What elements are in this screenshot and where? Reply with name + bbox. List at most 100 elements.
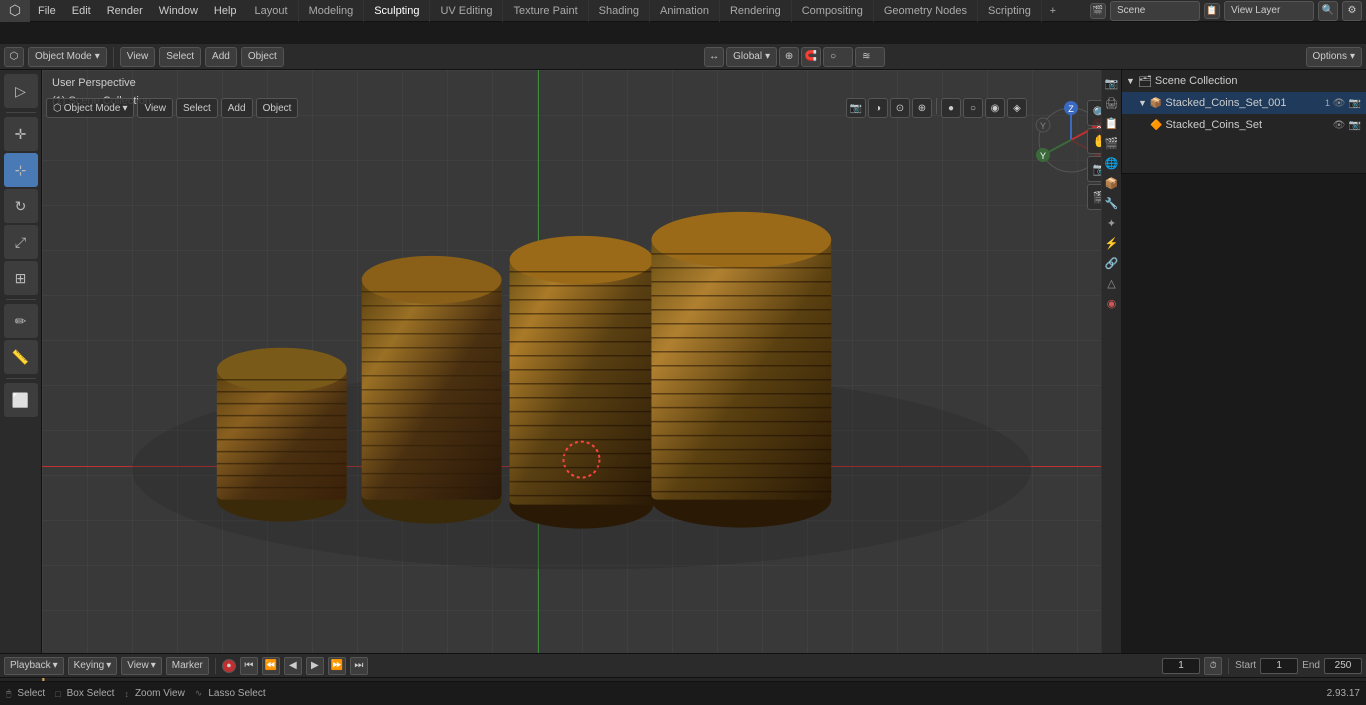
tab-shading[interactable]: Shading [589,0,650,22]
camera-view-btn[interactable]: 📷 [846,98,866,118]
annotate-tool-btn[interactable]: ✏ [4,304,38,338]
transform-icon[interactable]: ↔ [704,47,724,67]
item-render-vis-btn[interactable]: 📷 [1348,98,1362,109]
tab-texture-paint[interactable]: Texture Paint [503,0,588,22]
tab-modeling[interactable]: Modeling [299,0,365,22]
tab-uv-editing[interactable]: UV Editing [430,0,503,22]
add-workspace-button[interactable]: + [1042,0,1064,22]
sub-item-render-vis-btn[interactable]: 📷 [1348,120,1362,131]
jump-start-btn[interactable]: ⏮ [240,657,258,675]
3d-viewport[interactable]: User Perspective (1) Scene Collection ⬡ … [42,70,1121,653]
sub-item-icon: 🔶 [1150,120,1162,131]
view-layer-props-icon[interactable]: 📋 [1103,114,1121,132]
scene-collection-expand-icon: ▼ [1126,76,1135,86]
marker-dropdown[interactable]: Marker [166,657,209,675]
object-mode-btn[interactable]: Object Mode ▾ [28,47,107,67]
material-props-icon[interactable]: ◉ [1103,294,1121,312]
next-frame-btn[interactable]: ⏩ [328,657,346,675]
solid-mode-btn[interactable]: ● [941,98,961,118]
tab-scripting[interactable]: Scripting [978,0,1042,22]
options-btn[interactable]: Options ▾ [1306,47,1363,67]
item-viewport-vis-btn[interactable]: 👁 [1332,98,1346,109]
overlay-btn[interactable]: ⊙ [890,98,910,118]
proportional-btn[interactable]: ○ [823,47,853,67]
select-btn[interactable]: Select [159,47,201,67]
object-props-icon[interactable]: 📦 [1103,174,1121,192]
render-props-icon[interactable]: 📷 [1103,74,1121,92]
move-tool-btn[interactable]: ⊹ [4,153,38,187]
vp-view-btn[interactable]: View [137,98,173,118]
rotate-tool-btn[interactable]: ↻ [4,189,38,223]
outliner-stacked-coins-set-001[interactable]: ▼ 📦 Stacked_Coins_Set_001 1 👁 📷 [1122,92,1366,114]
scene-props-icon[interactable]: 🎬 [1103,134,1121,152]
select-tool-btn[interactable]: ▷ [4,74,38,108]
sub-item-viewport-vis-btn[interactable]: 👁 [1332,120,1346,131]
view-dropdown[interactable]: View ▾ [121,657,162,675]
tab-sculpting[interactable]: Sculpting [364,0,430,22]
vp-add-btn[interactable]: Add [221,98,253,118]
data-props-icon[interactable]: △ [1103,274,1121,292]
rendered-mode-btn[interactable]: ◈ [1007,98,1027,118]
menu-window[interactable]: Window [151,0,206,22]
select-status-label: Select [17,688,45,699]
menu-edit[interactable]: Edit [64,0,99,22]
outliner-stacked-coins-set[interactable]: 🔶 Stacked_Coins_Set 👁 📷 [1122,114,1366,136]
proportional2-btn[interactable]: ≋ [855,47,885,67]
wireframe-mode-btn[interactable]: ○ [963,98,983,118]
object-mode-label: Object Mode [35,51,92,62]
add-btn[interactable]: Add [205,47,237,67]
viewport-shading-btn[interactable]: ◑ [868,98,888,118]
modifier-props-icon[interactable]: 🔧 [1103,194,1121,212]
play-btn[interactable]: ▶ [306,657,324,675]
reverse-play-btn[interactable]: ◀ [284,657,302,675]
tab-animation[interactable]: Animation [650,0,720,22]
playback-dropdown[interactable]: Playback ▾ [4,657,64,675]
vp-mode-btn[interactable]: ⬡ Object Mode ▾ [46,98,134,118]
tab-layout[interactable]: Layout [245,0,299,22]
global-btn[interactable]: Global ▾ [726,47,777,67]
object-btn[interactable]: Object [241,47,284,67]
current-frame-input[interactable]: 1 [1162,658,1200,674]
world-props-icon[interactable]: 🌐 [1103,154,1121,172]
view-layer-selector[interactable]: View Layer [1224,1,1314,21]
blender-logo: ⬡ [0,0,30,22]
search-icon[interactable]: 🔍 [1318,1,1338,21]
vp-sep-1 [936,98,937,114]
vp-object-btn[interactable]: Object [256,98,299,118]
vp-select-btn[interactable]: Select [176,98,218,118]
transform-tool-btn[interactable]: ⊞ [4,261,38,295]
measure-tool-btn[interactable]: 📏 [4,340,38,374]
scale-tool-btn[interactable]: ⤢ [4,225,38,259]
mode-icon[interactable]: ⬡ [4,47,24,67]
particles-props-icon[interactable]: ✦ [1103,214,1121,232]
menu-file[interactable]: File [30,0,64,22]
end-frame-input[interactable] [1324,658,1362,674]
menu-help[interactable]: Help [206,0,245,22]
tab-compositing[interactable]: Compositing [792,0,874,22]
start-frame-input[interactable] [1260,658,1298,674]
pivot-icon[interactable]: ⊕ [779,47,799,67]
play-record-btn[interactable]: ⏺ [222,659,236,673]
gizmo-btn[interactable]: ⊕ [912,98,932,118]
item-actions: 1 👁 📷 [1325,98,1362,109]
tab-rendering[interactable]: Rendering [720,0,792,22]
material-mode-btn[interactable]: ◉ [985,98,1005,118]
physics-props-icon[interactable]: ⚡ [1103,234,1121,252]
add-cube-btn[interactable]: ⬜ [4,383,38,417]
scene-selector[interactable]: Scene [1110,1,1200,21]
prev-frame-btn[interactable]: ⏪ [262,657,280,675]
cursor-tool-btn[interactable]: ✛ [4,117,38,151]
constraints-props-icon[interactable]: 🔗 [1103,254,1121,272]
settings-icon[interactable]: ⚙ [1342,1,1362,21]
box-select-label: Box Select [67,688,115,699]
view-btn[interactable]: View [120,47,156,67]
menu-render[interactable]: Render [99,0,151,22]
outliner-scene-collection[interactable]: ▼ 🗂 Scene Collection [1122,70,1366,92]
tab-geometry-nodes[interactable]: Geometry Nodes [874,0,978,22]
frame-time-btn[interactable]: ⏱ [1204,657,1222,675]
keying-dropdown[interactable]: Keying ▾ [68,657,118,675]
jump-end-btn[interactable]: ⏭ [350,657,368,675]
coin-stack-4 [651,212,831,528]
output-props-icon[interactable]: 🖨 [1103,94,1121,112]
snap-icon[interactable]: 🧲 [801,47,821,67]
